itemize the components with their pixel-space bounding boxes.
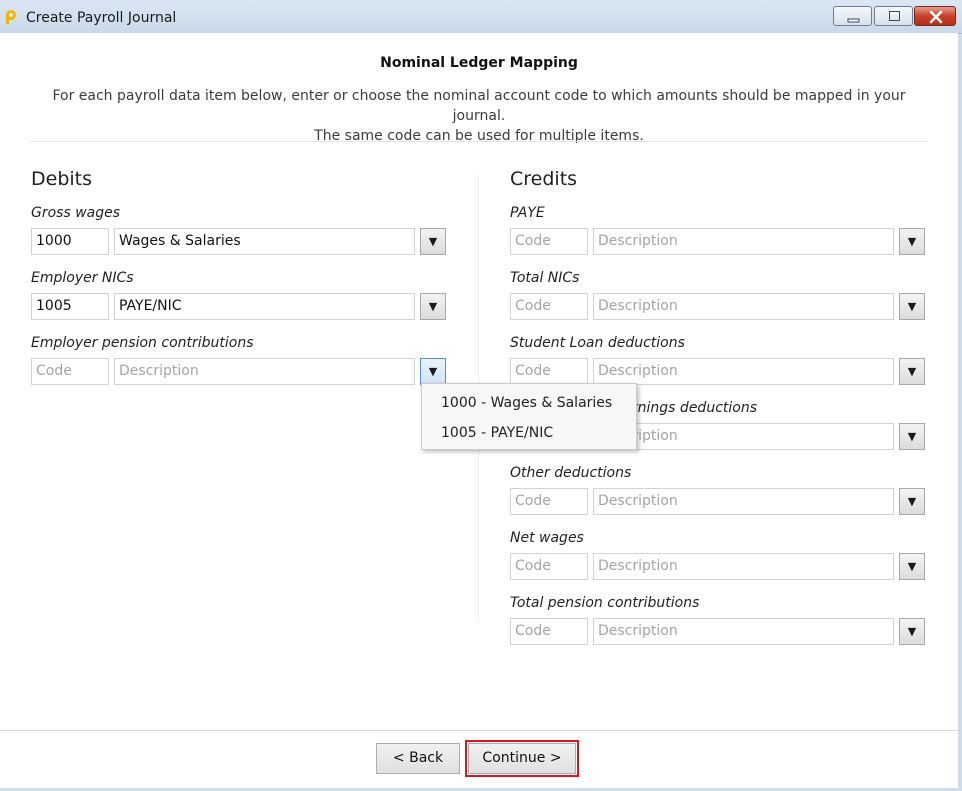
total-pension-label: Total pension contributions: [510, 595, 700, 611]
dropdown-arrow-icon: ▼: [907, 235, 917, 248]
employer-pension-description-input[interactable]: Description: [114, 358, 415, 385]
minimize-button[interactable]: [833, 6, 872, 26]
employer-nics-code-input[interactable]: 1005: [31, 293, 109, 320]
subtitle-line-1: For each payroll data item below, enter …: [52, 88, 906, 124]
other-deductions-dropdown-button[interactable]: ▼: [899, 488, 925, 515]
dropdown-option[interactable]: 1005 - PAYE/NIC: [441, 425, 553, 441]
total-nics-code-input[interactable]: Code: [510, 293, 588, 320]
dropdown-arrow-icon: ▼: [428, 300, 438, 313]
net-wages-code-input[interactable]: Code: [510, 553, 588, 580]
maximize-icon: [889, 11, 900, 21]
dialog-footer: < Back Continue >: [0, 731, 958, 788]
paye-label: PAYE: [510, 205, 545, 221]
dropdown-arrow-icon: ▼: [428, 235, 438, 248]
attachment-earnings-dropdown-button[interactable]: ▼: [899, 423, 925, 450]
header-divider: [30, 141, 928, 142]
dropdown-arrow-icon: ▼: [907, 300, 917, 313]
student-loan-code-input[interactable]: Code: [510, 358, 588, 385]
paye-dropdown-button[interactable]: ▼: [899, 228, 925, 255]
net-wages-description-input[interactable]: Description: [593, 553, 894, 580]
paye-code-input[interactable]: Code: [510, 228, 588, 255]
gross-wages-dropdown-button[interactable]: ▼: [420, 228, 446, 255]
gross-wages-label: Gross wages: [31, 205, 121, 221]
back-button[interactable]: < Back: [376, 743, 460, 774]
employer-nics-label: Employer NICs: [31, 270, 134, 286]
total-nics-description-input[interactable]: Description: [593, 293, 894, 320]
window-title: Create Payroll Journal: [26, 10, 177, 26]
student-loan-description-input[interactable]: Description: [593, 358, 894, 385]
employer-nics-dropdown-button[interactable]: ▼: [420, 293, 446, 320]
dialog-content: Nominal Ledger Mapping For each payroll …: [0, 33, 958, 788]
app-logo-icon: [6, 10, 16, 24]
total-pension-description-input[interactable]: Description: [593, 618, 894, 645]
dropdown-arrow-icon: ▼: [907, 495, 917, 508]
continue-button[interactable]: Continue >: [465, 740, 579, 777]
account-dropdown-list: 1000 - Wages & Salaries 1005 - PAYE/NIC: [421, 383, 637, 450]
subtitle-line-2: The same code can be used for multiple i…: [314, 128, 644, 144]
other-deductions-description-input[interactable]: Description: [593, 488, 894, 515]
total-nics-label: Total NICs: [510, 270, 580, 286]
paye-description-input[interactable]: Description: [593, 228, 894, 255]
gross-wages-description-input[interactable]: Wages & Salaries: [114, 228, 415, 255]
total-pension-code-input[interactable]: Code: [510, 618, 588, 645]
debits-title: Debits: [31, 168, 93, 190]
page-heading: Nominal Ledger Mapping: [380, 55, 578, 71]
close-button[interactable]: [914, 6, 956, 26]
employer-nics-description-input[interactable]: PAYE/NIC: [114, 293, 415, 320]
student-loan-dropdown-button[interactable]: ▼: [899, 358, 925, 385]
dropdown-arrow-icon: ▼: [907, 560, 917, 573]
dropdown-arrow-icon: ▼: [428, 365, 438, 378]
total-nics-dropdown-button[interactable]: ▼: [899, 293, 925, 320]
other-deductions-label: Other deductions: [510, 465, 632, 481]
student-loan-label: Student Loan deductions: [510, 335, 685, 351]
employer-pension-label: Employer pension contributions: [31, 335, 254, 351]
net-wages-label: Net wages: [510, 530, 584, 546]
gross-wages-code-input[interactable]: 1000: [31, 228, 109, 255]
employer-pension-dropdown-button[interactable]: ▼: [420, 358, 446, 385]
net-wages-dropdown-button[interactable]: ▼: [899, 553, 925, 580]
page-subtitle: For each payroll data item below, enter …: [30, 86, 928, 146]
dropdown-arrow-icon: ▼: [907, 625, 917, 638]
dropdown-option[interactable]: 1000 - Wages & Salaries: [441, 395, 612, 411]
credits-title: Credits: [510, 168, 578, 190]
minimize-icon: [847, 18, 860, 23]
total-pension-dropdown-button[interactable]: ▼: [899, 618, 925, 645]
attachment-earnings-description-input[interactable]: Description: [593, 423, 894, 450]
dropdown-arrow-icon: ▼: [907, 430, 917, 443]
other-deductions-code-input[interactable]: Code: [510, 488, 588, 515]
dropdown-arrow-icon: ▼: [907, 365, 917, 378]
close-icon: [929, 10, 943, 24]
maximize-button[interactable]: [874, 6, 913, 26]
title-bar: Create Payroll Journal: [0, 0, 962, 34]
employer-pension-code-input[interactable]: Code: [31, 358, 109, 385]
